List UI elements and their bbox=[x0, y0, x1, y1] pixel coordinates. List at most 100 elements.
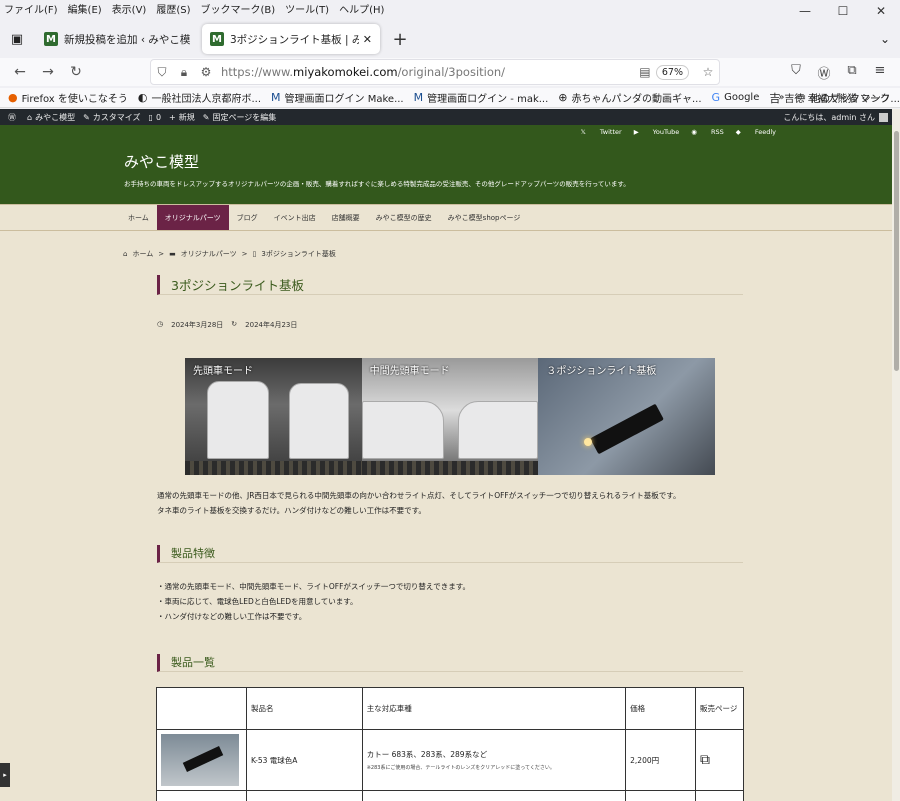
updated-date: 2024年4月23日 bbox=[245, 321, 298, 329]
wordpress-icon[interactable]: Ⓦ bbox=[8, 112, 19, 123]
menu-edit[interactable]: 編集(E) bbox=[68, 1, 102, 16]
nav-original-parts[interactable]: オリジナルパーツ bbox=[156, 205, 229, 230]
google-icon: G bbox=[711, 91, 721, 104]
feedly-link[interactable]: ◆ Feedly bbox=[736, 128, 776, 136]
menu-bar: ファイル(F) 編集(E) 表示(V) 履歴(S) ブックマーク(B) ツール(… bbox=[0, 0, 900, 16]
nav-history[interactable]: みやこ模型の歴史 bbox=[368, 205, 440, 230]
pocket-icon[interactable]: ⛉ bbox=[782, 63, 810, 82]
close-window-icon[interactable]: ✕ bbox=[862, 0, 900, 22]
hero-pane-middle-car: 中間先頭車モード bbox=[361, 358, 539, 475]
features-list: ・通常の先頭車モード、中間先頭車モード、ライトOFFがスイッチ一つで切り替えでき… bbox=[157, 579, 747, 624]
more-bookmarks-icon[interactable]: » bbox=[778, 92, 784, 103]
menu-bookmarks[interactable]: ブックマーク(B) bbox=[201, 1, 276, 16]
window-controls: — ☐ ✕ bbox=[786, 0, 900, 22]
hero-caption: 先頭車モード bbox=[193, 366, 253, 377]
bookmark-item[interactable]: ◐ 一般社団法人京都府ボ... bbox=[138, 90, 261, 105]
url-text[interactable]: https://www.miyakomokei.com/original/3po… bbox=[221, 65, 634, 79]
product-table: 製品名 主な対応車種 価格 販売ページ K-53 電球色A カトー 683系、2… bbox=[156, 687, 744, 801]
bookmarks-toolbar: ● Firefox を使いこなそう ◐ 一般社団法人京都府ボ... M 管理画面ログイ… bbox=[0, 88, 900, 108]
product-thumbnail[interactable] bbox=[161, 734, 239, 786]
admin-site-link[interactable]: ⌂ みやこ模型 bbox=[27, 112, 75, 123]
nav-shop[interactable]: みやこ模型shopページ bbox=[440, 205, 529, 230]
page-content: 𝕏 Twitter ▶ YouTube ◉ RSS ◆ Feedly みやこ模型… bbox=[0, 125, 900, 801]
published-date: 2024年3月28日 bbox=[171, 321, 224, 329]
permissions-icon[interactable]: ⚙ bbox=[195, 65, 217, 79]
page-icon: ▯ bbox=[252, 250, 257, 258]
tab-3position[interactable]: M 3ポジションライト基板 | みやこ模型 ✕ bbox=[202, 24, 380, 54]
menu-hamburger-icon[interactable]: ≡ bbox=[866, 63, 894, 82]
list-item: ・車両に応じて、電球色LEDと白色LEDを用意しています。 bbox=[157, 597, 358, 606]
nav-blog[interactable]: ブログ bbox=[229, 205, 266, 230]
bookmark-item[interactable]: ⊕ 赤ちゃんパンダの動画ギャ... bbox=[558, 90, 701, 105]
nav-home[interactable]: ホーム bbox=[120, 205, 157, 230]
bookmark-item[interactable]: G Google bbox=[712, 91, 760, 104]
globe-icon: ⊕ bbox=[558, 91, 568, 104]
admin-new-link[interactable]: + 新規 bbox=[169, 112, 195, 123]
tab-title: 新規投稿を追加 ‹ みやこ模型 — W bbox=[64, 33, 190, 46]
bookmark-item[interactable]: ● Firefox を使いこなそう bbox=[8, 90, 128, 105]
maximize-icon[interactable]: ☐ bbox=[824, 0, 862, 22]
menu-history[interactable]: 履歴(S) bbox=[156, 1, 190, 16]
nav-events[interactable]: イベント出店 bbox=[266, 205, 324, 230]
makeshop-icon: M bbox=[271, 91, 281, 104]
table-row bbox=[156, 790, 744, 801]
avatar bbox=[879, 112, 888, 122]
hero-caption: ３ポジションライト基板 bbox=[546, 366, 657, 377]
train-image bbox=[361, 401, 444, 459]
bookmark-star-icon[interactable]: ☆ bbox=[697, 65, 719, 79]
train-image bbox=[207, 381, 269, 459]
new-tab-button[interactable]: + bbox=[386, 25, 414, 53]
menu-help[interactable]: ヘルプ(H) bbox=[339, 1, 384, 16]
close-tab-icon[interactable]: ✕ bbox=[363, 33, 372, 46]
bookmark-item[interactable]: M 管理画面ログイン - mak... bbox=[414, 90, 549, 105]
home-icon: ⌂ bbox=[123, 250, 128, 258]
nav-store-info[interactable]: 店舗概要 bbox=[324, 205, 368, 230]
menu-tools[interactable]: ツール(T) bbox=[285, 1, 329, 16]
chevron-down-icon[interactable]: ⌄ bbox=[880, 32, 890, 46]
scrollbar-thumb[interactable] bbox=[894, 131, 899, 371]
other-bookmarks[interactable]: 他のブックマーク bbox=[810, 90, 890, 105]
clock-icon: ◷ bbox=[157, 320, 164, 328]
zoom-indicator[interactable]: 67% bbox=[655, 64, 689, 80]
social-links: 𝕏 Twitter ▶ YouTube ◉ RSS ◆ Feedly bbox=[569, 128, 776, 136]
site-title[interactable]: みやこ模型 bbox=[124, 151, 199, 172]
hero-image: 先頭車モード 中間先頭車モード ３ポジションライト基板 bbox=[185, 358, 716, 475]
menu-view[interactable]: 表示(V) bbox=[112, 1, 147, 16]
page-scrollbar[interactable] bbox=[892, 109, 900, 801]
sidebar-toggle-icon[interactable]: ▸ bbox=[0, 763, 10, 787]
folder-icon: ▬ bbox=[169, 250, 176, 258]
breadcrumb-home[interactable]: ホーム bbox=[132, 249, 153, 259]
rss-link[interactable]: ◉ RSS bbox=[691, 128, 724, 136]
tab-new-post[interactable]: M 新規投稿を追加 ‹ みやこ模型 — W bbox=[36, 24, 198, 54]
product-list-heading: 製品一覧 bbox=[157, 654, 743, 672]
twitter-link[interactable]: 𝕏 Twitter bbox=[581, 128, 622, 136]
admin-comments-link[interactable]: ▯ 0 bbox=[149, 113, 162, 122]
site-description: お手持ちの車両をドレスアップするオリジナルパーツの企画・販売、購着すればすぐに楽… bbox=[124, 180, 630, 188]
intro-text: 通常の先頭車モードの他、JR西日本で見られる中間先頭車の向かい合わせライト点灯、… bbox=[157, 491, 681, 515]
breadcrumb: ⌂ ホーム > ▬ オリジナルパーツ > ▯ 3ポジションライト基板 bbox=[123, 249, 336, 259]
reload-button[interactable]: ↻ bbox=[62, 58, 90, 86]
hero-pane-lead-car: 先頭車モード bbox=[185, 358, 362, 475]
forward-button[interactable]: → bbox=[34, 58, 62, 86]
breadcrumb-category[interactable]: オリジナルパーツ bbox=[181, 249, 237, 259]
youtube-link[interactable]: ▶ YouTube bbox=[634, 128, 680, 136]
extensions-icon[interactable]: ⧉ bbox=[838, 63, 866, 82]
reader-view-icon[interactable]: ▤ bbox=[634, 65, 656, 79]
lock-icon[interactable]: 🔒︎ bbox=[173, 65, 195, 80]
admin-customize-link[interactable]: ✎ カスタマイズ bbox=[83, 112, 140, 123]
tab-bar: ▣ M 新規投稿を追加 ‹ みやこ模型 — W M 3ポジションライト基板 | … bbox=[0, 20, 900, 58]
menu-file[interactable]: ファイル(F) bbox=[4, 1, 58, 16]
external-link-icon[interactable]: ⧉ bbox=[695, 729, 744, 791]
back-button[interactable]: ← bbox=[6, 58, 34, 86]
admin-greeting[interactable]: こんにちは、admin さん bbox=[783, 112, 888, 123]
product-note: ※283系にご使用の場合、テールライトのレンズをクリアレッドに塗ってください。 bbox=[366, 765, 555, 771]
account-icon[interactable]: Ⓦ bbox=[810, 63, 838, 82]
navigation-toolbar: ← → ↻ ⛉ 🔒︎ ⚙ https://www.miyakomokei.com… bbox=[0, 58, 900, 86]
refresh-icon: ↻ bbox=[231, 320, 238, 328]
shield-icon[interactable]: ⛉ bbox=[151, 65, 173, 80]
admin-edit-page-link[interactable]: ✎ 固定ページを編集 bbox=[203, 112, 277, 123]
url-bar[interactable]: ⛉ 🔒︎ ⚙ https://www.miyakomokei.com/origi… bbox=[150, 59, 720, 85]
minimize-icon[interactable]: — bbox=[786, 0, 824, 22]
bookmark-item[interactable]: M 管理画面ログイン Make... bbox=[271, 90, 404, 105]
firefox-view-icon[interactable]: ▣ bbox=[2, 24, 32, 54]
